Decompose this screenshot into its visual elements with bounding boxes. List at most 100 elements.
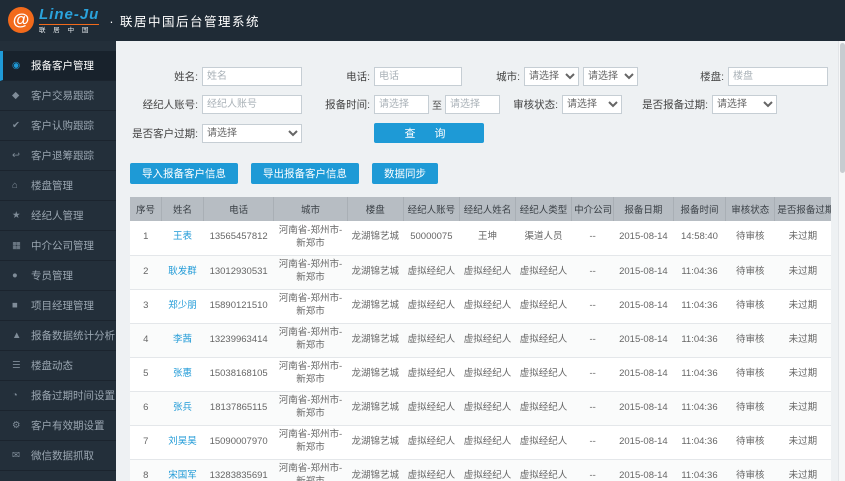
cell-index: 7 <box>130 425 162 460</box>
report-time-start-input[interactable] <box>374 95 429 114</box>
sidebar-item-4[interactable]: ↩ 客户退筹跟踪 <box>0 141 116 171</box>
sidebar-item-7[interactable]: ▦ 中介公司管理 <box>0 231 116 261</box>
cell-report-expired: 未过期 <box>774 221 831 256</box>
cell-phone: 18137865115 <box>203 391 274 426</box>
cell-phone: 13565457812 <box>203 221 274 256</box>
column-header-report-expired: 是否报备过期 <box>774 197 831 221</box>
cell-name[interactable]: 张兵 <box>161 391 204 426</box>
sidebar-item-11[interactable]: ☰ 楼盘动态 <box>0 351 116 381</box>
cell-name[interactable]: 刘昊昊 <box>161 425 204 460</box>
sidebar-item-3[interactable]: ✔ 客户认购跟踪 <box>0 111 116 141</box>
main-content: 姓名: 电话: 城市: 请选择 请选择 楼盘: <box>116 41 845 481</box>
sidebar-item-1[interactable]: ◉ 报备客户管理 <box>0 51 116 81</box>
cell-city: 河南省-郑州市-新郑市 <box>273 289 348 324</box>
table-row: 5 张惠 15038168105 河南省-郑州市-新郑市 龙湖锦艺城 虚拟经纪人 虚拟经纪人… <box>130 357 831 392</box>
cell-report-date: 2015-08-14 <box>613 323 674 358</box>
phone-label: 电话: <box>346 71 370 83</box>
estate-input[interactable] <box>728 67 828 86</box>
cell-name[interactable]: 张惠 <box>161 357 204 392</box>
cell-name[interactable]: 耿发群 <box>161 255 204 290</box>
report-time-end-input[interactable] <box>445 95 500 114</box>
cell-agent-account: 虚拟经纪人 <box>403 425 460 460</box>
vertical-scrollbar[interactable] <box>838 41 845 481</box>
at-logo-icon: @ <box>8 7 34 34</box>
cell-name[interactable]: 郑少朋 <box>161 289 204 324</box>
cell-report-expired: 未过期 <box>774 289 831 324</box>
query-button[interactable]: 查 询 <box>374 123 484 143</box>
report-expired-select[interactable]: 请选择 <box>712 95 777 114</box>
sidebar-item-9[interactable]: ■ 项目经理管理 <box>0 291 116 321</box>
sidebar: ◉ 报备客户管理 ◆ 客户交易跟踪 ✔ 客户认购跟踪 ↩ 客户退筹跟踪 ⌂ 楼盘管理 ★ 经纪人管理 ▦… <box>0 41 116 481</box>
specialist-icon: ● <box>12 270 18 281</box>
cell-phone: 15090007970 <box>203 425 274 460</box>
cell-index: 4 <box>130 323 162 358</box>
cell-agent-type: 虚拟经纪人 <box>515 391 572 426</box>
sidebar-item-label: 楼盘动态 <box>31 360 73 372</box>
cell-agent-account: 虚拟经纪人 <box>403 255 460 290</box>
agency-company-icon: ▦ <box>12 240 21 251</box>
cell-agent-type: 渠道人员 <box>515 221 572 256</box>
sidebar-item-12[interactable]: ◔ 报备过期时间设置 <box>0 381 116 411</box>
phone-input[interactable] <box>374 67 462 86</box>
sidebar-item-10[interactable]: ▲ 报备数据统计分析 <box>0 321 116 351</box>
cell-agency: -- <box>571 289 614 324</box>
cell-agent-name: 虚拟经纪人 <box>459 323 516 358</box>
sidebar-item-label: 客户有效期设置 <box>31 420 105 432</box>
cell-agency: -- <box>571 425 614 460</box>
cell-audit-status: 待审核 <box>725 459 775 481</box>
table-row: 2 耿发群 13012930531 河南省-郑州市-新郑市 龙湖锦艺城 虚拟经纪人 虚拟经纪… <box>130 255 831 290</box>
scrollbar-thumb[interactable] <box>840 43 845 173</box>
cell-agent-type: 虚拟经纪人 <box>515 323 572 358</box>
cell-agent-name: 虚拟经纪人 <box>459 425 516 460</box>
column-header-report-time: 报备时间 <box>673 197 727 221</box>
brand-name: Line-Ju <box>39 5 100 23</box>
column-header-name: 姓名 <box>161 197 205 221</box>
cell-estate: 龙湖锦艺城 <box>347 289 404 324</box>
customer-subscription-icon: ✔ <box>12 120 20 131</box>
column-header-city: 城市 <box>273 197 348 221</box>
sidebar-item-5[interactable]: ⌂ 楼盘管理 <box>0 171 116 201</box>
audit-status-select[interactable]: 请选择 <box>562 95 622 114</box>
cell-report-expired: 未过期 <box>774 425 831 460</box>
agent-icon: ★ <box>12 210 21 221</box>
sidebar-item-13[interactable]: ⚙ 客户有效期设置 <box>0 411 116 441</box>
action-buttons: 导入报备客户信息 导出报备客户信息 数据同步 <box>130 163 831 184</box>
city-province-select[interactable]: 请选择 <box>524 67 579 86</box>
sidebar-item-6[interactable]: ★ 经纪人管理 <box>0 201 116 231</box>
cell-name[interactable]: 宋国军 <box>161 459 204 481</box>
customer-expired-select[interactable]: 请选择 <box>202 123 302 143</box>
agent-account-input[interactable] <box>202 95 302 114</box>
import-report-customers-button[interactable]: 导入报备客户信息 <box>130 163 238 184</box>
audit-status-label: 审核状态: <box>513 99 558 111</box>
cell-name[interactable]: 李茜 <box>161 323 204 358</box>
name-input[interactable] <box>202 67 302 86</box>
cell-report-date: 2015-08-14 <box>613 459 674 481</box>
cell-name[interactable]: 王表 <box>161 221 204 256</box>
sidebar-item-8[interactable]: ● 专员管理 <box>0 261 116 291</box>
statistics-icon: ▲ <box>12 330 22 341</box>
export-report-customers-button[interactable]: 导出报备客户信息 <box>251 163 359 184</box>
city-city-select[interactable]: 请选择 <box>583 67 638 86</box>
cell-report-expired: 未过期 <box>774 255 831 290</box>
customer-validity-gear-icon: ⚙ <box>12 420 21 431</box>
cell-report-expired: 未过期 <box>774 459 831 481</box>
sidebar-item-label: 客户退筹跟踪 <box>31 150 94 162</box>
cell-index: 3 <box>130 289 162 324</box>
cell-report-date: 2015-08-14 <box>613 391 674 426</box>
column-header-audit-status: 审核状态 <box>725 197 776 221</box>
sidebar-item-2[interactable]: ◆ 客户交易跟踪 <box>0 81 116 111</box>
report-time-label: 报备时间: <box>325 99 370 111</box>
column-header-agency: 中介公司 <box>571 197 615 221</box>
data-sync-button[interactable]: 数据同步 <box>372 163 438 184</box>
cell-city: 河南省-郑州市-新郑市 <box>273 221 348 256</box>
app-window: @ Line-Ju 联 居 中 国 · 联居中国后台管理系统 ◉ 报备客户管理 ◆ 客… <box>0 0 845 481</box>
to-label: 至 <box>432 101 442 112</box>
cell-estate: 龙湖锦艺城 <box>347 357 404 392</box>
cell-report-expired: 未过期 <box>774 323 831 358</box>
cell-phone: 13012930531 <box>203 255 274 290</box>
sidebar-item-14[interactable]: ✉ 微信数据抓取 <box>0 441 116 471</box>
cell-audit-status: 待审核 <box>725 255 775 290</box>
column-header-phone: 电话 <box>203 197 275 221</box>
top-header-bar: @ Line-Ju 联 居 中 国 · 联居中国后台管理系统 <box>0 0 845 41</box>
cell-phone: 13283835691 <box>203 459 274 481</box>
